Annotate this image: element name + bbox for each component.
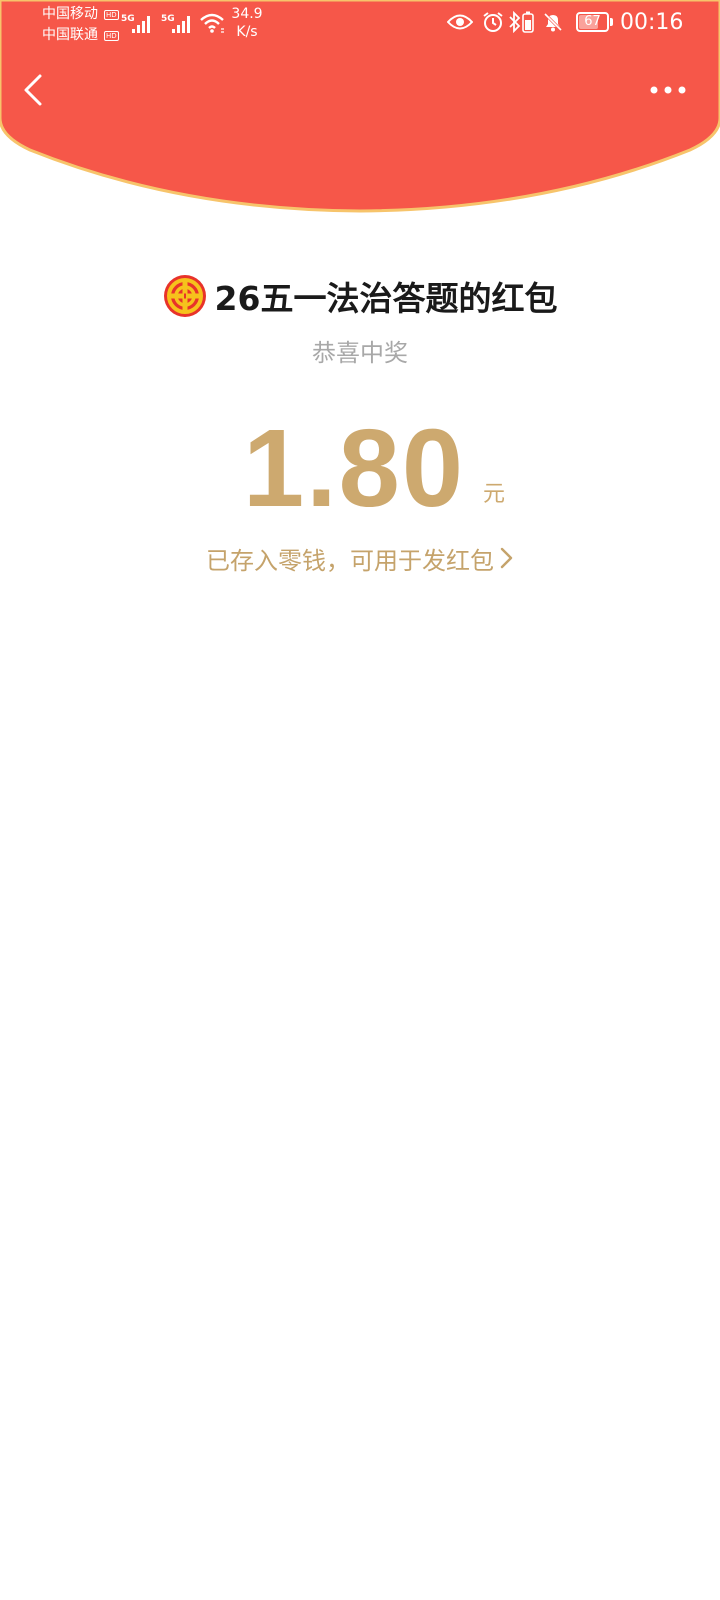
carrier-1-label: 中国移动: [42, 6, 98, 22]
bluetooth-icon: [509, 11, 521, 33]
red-packet-title-row: 26五一法治答题的红包: [0, 272, 720, 320]
hd-badge-2: HD: [104, 31, 119, 41]
hd-badge-1: HD: [104, 10, 119, 20]
wallet-link-text: 已存入零钱，可用于发红包: [206, 546, 494, 575]
amount-value: 1.80: [242, 407, 466, 530]
carrier-2-label: 中国联通: [42, 27, 98, 43]
net-speed-unit: K/s: [236, 24, 258, 40]
more-dots-icon: [650, 86, 686, 94]
amount-row: 1.80 元: [0, 407, 720, 530]
red-packet-detail-screen: 中国移动 中国联通 HD HD 5G 5G 34.9 K/s 67 00:16 …: [0, 0, 720, 1600]
more-options-button[interactable]: [646, 74, 696, 106]
wifi-icon: [200, 13, 224, 33]
battery-level: 67: [584, 14, 601, 29]
alarm-icon: [483, 12, 503, 32]
back-button[interactable]: [14, 66, 54, 114]
network-type-label: 5G: [121, 14, 135, 24]
status-time: 00:16: [620, 10, 684, 35]
chevron-right-icon: [500, 547, 513, 569]
battery-tip: [610, 18, 613, 26]
signal-icon: 5G: [121, 14, 150, 33]
signal-icon-2: 5G: [161, 14, 190, 33]
union-emblem-icon: [163, 275, 206, 317]
network-speed: 34.9 K/s: [229, 5, 265, 41]
battery-saver-icon: [522, 11, 534, 33]
bell-muted-icon: [543, 12, 563, 32]
chevron-left-icon: [24, 74, 42, 106]
net-speed-value: 34.9: [231, 6, 263, 22]
status-bar: 中国移动 中国联通 HD HD 5G 5G 34.9 K/s 67 00:16: [0, 0, 720, 48]
red-packet-subtitle: 恭喜中奖: [312, 339, 408, 367]
battery-indicator: 67: [576, 12, 609, 32]
eye-icon: [447, 14, 473, 30]
wallet-link[interactable]: 已存入零钱，可用于发红包: [0, 540, 720, 576]
red-packet-title: 26五一法治答题的红包: [214, 279, 558, 318]
amount-unit: 元: [483, 482, 506, 507]
network-type-label-2: 5G: [161, 14, 175, 24]
